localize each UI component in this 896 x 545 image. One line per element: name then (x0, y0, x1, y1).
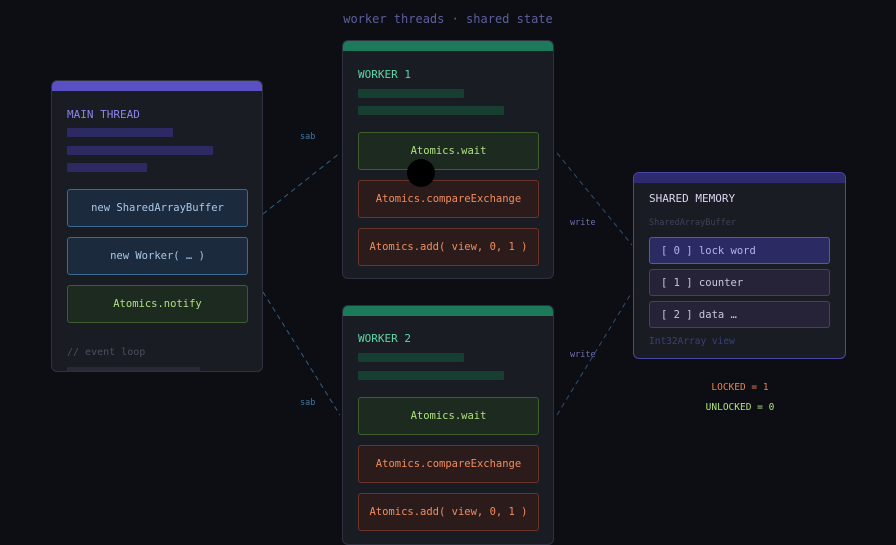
worker2-skeleton-line (358, 371, 504, 380)
worker1-skeleton-line (358, 89, 464, 98)
worker1-title: WORKER 1 (358, 68, 411, 81)
new-worker-button[interactable]: new Worker( … ) (67, 237, 248, 275)
worker1-atomics-compare-exchange[interactable]: Atomics.compareExchange (358, 180, 539, 218)
edge-label-write: write (570, 218, 596, 228)
shared-memory-panel: SHARED MEMORY SharedArrayBuffer [ 0 ] lo… (633, 172, 846, 359)
int32array-view-label: Int32Array view (649, 336, 735, 347)
worker2-atomics-wait[interactable]: Atomics.wait (358, 397, 539, 435)
main-thread-panel: MAIN THREAD new SharedArrayBuffer new Wo… (51, 80, 263, 372)
memory-slot-lock-word[interactable]: [ 0 ] lock word (649, 237, 830, 264)
worker2-accent-bar (343, 306, 553, 316)
worker1-atomics-add[interactable]: Atomics.add( view, 0, 1 ) (358, 228, 539, 266)
main-thread-skeleton-line (67, 146, 213, 155)
main-thread-skeleton-line (67, 163, 147, 172)
page-title: worker threads · shared state (343, 12, 553, 26)
edge-main-worker2 (262, 291, 341, 416)
legend-locked: LOCKED = 1 (711, 382, 769, 393)
shared-memory-accent-bar (634, 173, 845, 183)
memory-slot-counter[interactable]: [ 1 ] counter (649, 269, 830, 296)
edge-label-write: write (570, 350, 596, 360)
main-thread-accent-bar (52, 81, 262, 91)
main-thread-title: MAIN THREAD (67, 108, 140, 121)
atomics-notify-button[interactable]: Atomics.notify (67, 285, 248, 323)
main-thread-skeleton-line (67, 128, 173, 137)
event-loop-comment: // event loop (67, 347, 146, 358)
cursor-dot (407, 159, 435, 187)
worker2-atomics-compare-exchange[interactable]: Atomics.compareExchange (358, 445, 539, 483)
legend-unlocked: UNLOCKED = 0 (705, 402, 775, 413)
edge-main-worker1 (262, 152, 341, 215)
worker1-atomics-wait[interactable]: Atomics.wait (358, 132, 539, 170)
edge-label-sab: sab (300, 398, 316, 408)
worker2-skeleton-line (358, 353, 464, 362)
worker1-panel: WORKER 1 Atomics.wait Atomics.compareExc… (342, 40, 554, 279)
edge-worker1-shared (556, 152, 633, 246)
worker1-skeleton-line (358, 106, 504, 115)
new-shared-array-buffer-button[interactable]: new SharedArrayBuffer (67, 189, 248, 227)
worker2-title: WORKER 2 (358, 332, 411, 345)
shared-memory-title: SHARED MEMORY (649, 192, 736, 205)
main-thread-skeleton-line (67, 367, 200, 371)
edge-label-sab: sab (300, 132, 316, 142)
worker2-atomics-add[interactable]: Atomics.add( view, 0, 1 ) (358, 493, 539, 531)
shared-memory-subtitle: SharedArrayBuffer (649, 218, 736, 228)
memory-slot-data[interactable]: [ 2 ] data … (649, 301, 830, 328)
worker2-panel: WORKER 2 Atomics.wait Atomics.compareExc… (342, 305, 554, 545)
worker1-accent-bar (343, 41, 553, 51)
